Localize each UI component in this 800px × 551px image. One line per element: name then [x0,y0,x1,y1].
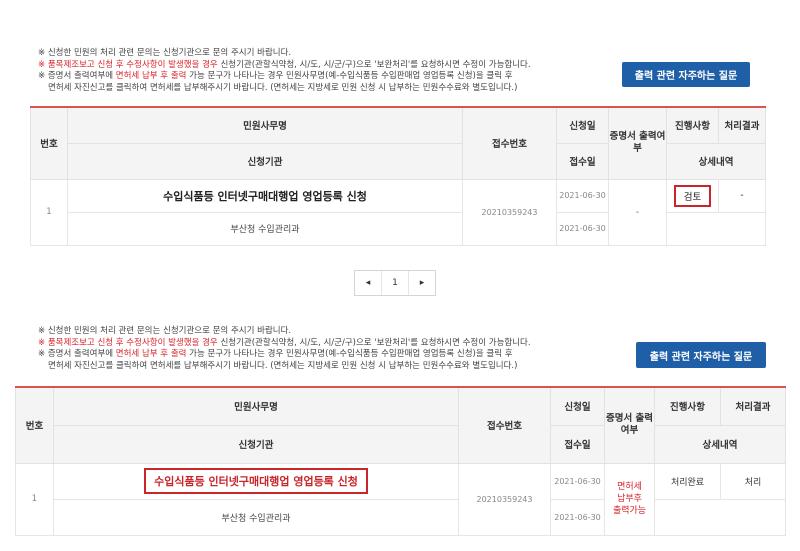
row-cert-print[interactable]: 면허세 납부후 출력가능 [604,462,655,536]
row-result: 처리 [720,462,786,500]
application-panel-top: ※ 신청한 민원의 처리 관련 문의는 신청기관으로 문의 주시기 바랍니다. … [0,0,800,296]
header-title: 민원사무명 [53,386,459,426]
cert-print-text: 면허세 [617,482,642,492]
row-org: 부산청 수입관리과 [67,211,463,246]
notice-red-text: 면허세 납부 후 출력 [115,71,187,81]
header-receipt-date: 접수일 [550,424,605,464]
notice-line: ※ 품목제조보고 신청 후 수정사항이 발생했을 경우 신청기관(관할식약청, … [38,60,531,72]
application-panel-bottom: ※ 신청한 민원의 처리 관련 문의는 신청기관으로 문의 주시기 바랍니다. … [0,316,800,551]
row-no: 1 [15,462,54,536]
cert-print-text: 납부후 [617,494,642,504]
prev-page-button[interactable]: ◂ [355,271,381,295]
header-progress: 진행사항 [654,386,721,426]
header-apply-date: 신청일 [550,386,605,426]
header-cert-print: 증명서 출력여부 [608,106,667,180]
header-org: 신청기관 [67,142,463,180]
row-receipt-no: 20210359243 [458,462,551,536]
row-no: 1 [30,178,68,246]
row-result: - [718,178,766,213]
notice-text: 신청기관(관할식약청, 시/도, 시/군/구)으로 '보완처리'를 요청하시면 … [217,59,531,70]
notice-line: 면허세 자진신고를 클릭하여 면허세를 납부해주시기 바랍니다. (면허세는 지… [48,360,518,371]
notice-line: ※ 신청한 민원의 처리 관련 문의는 신청기관으로 문의 주시기 바랍니다. [38,326,292,336]
header-receipt-date: 접수일 [556,142,609,180]
header-detail: 상세내역 [654,424,786,464]
notice-line: ※ 증명서 출력여부에 면허세 납부 후 출력 가능 문구가 나타나는 경우 민… [38,349,531,361]
header-org: 신청기관 [53,424,459,464]
header-no: 번호 [15,386,54,464]
row-detail [654,498,786,536]
cert-print-text: 출력가능 [612,506,647,516]
row-org: 부산청 수입관리과 [53,498,459,536]
progress-status[interactable]: 검토 [673,184,712,207]
row-title-link[interactable]: 수입식품등 인터넷구매대행업 영업등록 신청 [67,178,463,213]
pagination: ◂ 1 ▸ [354,270,436,296]
notice-text: ※ 증명서 출력여부에 [38,71,116,81]
header-result: 처리결과 [718,106,766,144]
notice-red-text: ※ 품목제조보고 신청 후 수정사항이 발생했을 경우 [38,337,218,348]
notice-list: ※ 신청한 민원의 처리 관련 문의는 신청기관으로 문의 주시기 바랍니다. … [38,326,531,372]
header-result: 처리결과 [720,386,786,426]
application-table: 번호 민원사무명 접수번호 신청일 증명서 출력여부 진행사항 처리결과 신청기… [30,106,766,246]
row-receipt-date: 2021-06-30 [550,498,605,536]
header-no: 번호 [30,106,68,180]
row-detail [666,211,766,246]
notice-line: 면허세 자진신고를 클릭하여 면허세를 납부해주시기 바랍니다. (면허세는 지… [48,82,518,93]
notice-list: ※ 신청한 민원의 처리 관련 문의는 신청기관으로 문의 주시기 바랍니다. … [38,48,531,94]
application-table: 번호 민원사무명 접수번호 신청일 증명서 출력여부 진행사항 처리결과 신청기… [15,386,786,536]
header-apply-date: 신청일 [556,106,609,144]
row-title-link[interactable]: 수입식품등 인터넷구매대행업 영업등록 신청 [144,468,368,494]
notice-text: 신청기관(관할식약청, 시/도, 시/군/구)으로 '보완처리'를 요청하시면 … [217,337,531,348]
header-cert-print: 증명서 출력여부 [604,386,655,464]
page-number-button[interactable]: 1 [381,271,408,295]
notice-text: ※ 증명서 출력여부에 [38,349,116,359]
next-page-button[interactable]: ▸ [408,271,435,295]
notice-line: ※ 신청한 민원의 처리 관련 문의는 신청기관으로 문의 주시기 바랍니다. [38,48,292,58]
header-receipt-no: 접수번호 [462,106,557,180]
row-cert-print: - [608,178,667,246]
notice-text: 가능 문구가 나타나는 경우 민원사무명(예-수입식품등 수입판매업 영업등록 … [186,349,513,359]
row-receipt-no: 20210359243 [462,178,557,246]
notice-red-text: 면허세 납부 후 출력 [115,349,187,359]
notice-text: 가능 문구가 나타나는 경우 민원사무명(예-수입식품등 수입판매업 영업등록 … [186,71,513,81]
header-progress: 진행사항 [666,106,719,144]
row-apply-date: 2021-06-30 [556,178,609,213]
row-progress: 처리완료 [654,462,721,500]
notice-line: ※ 품목제조보고 신청 후 수정사항이 발생했을 경우 신청기관(관할식약청, … [38,338,531,350]
header-receipt-no: 접수번호 [458,386,551,464]
header-detail: 상세내역 [666,142,766,180]
row-title-cell: 수입식품등 인터넷구매대행업 영업등록 신청 [53,462,459,500]
faq-button[interactable]: 출력 관련 자주하는 질문 [636,342,766,368]
notice-red-text: ※ 품목제조보고 신청 후 수정사항이 발생했을 경우 [38,59,218,70]
notice-line: ※ 증명서 출력여부에 면허세 납부 후 출력 가능 문구가 나타나는 경우 민… [38,71,531,83]
header-title: 민원사무명 [67,106,463,144]
row-apply-date: 2021-06-30 [550,462,605,500]
row-receipt-date: 2021-06-30 [556,211,609,246]
faq-button[interactable]: 출력 관련 자주하는 질문 [622,62,750,87]
row-progress-cell: 검토 [666,178,719,213]
